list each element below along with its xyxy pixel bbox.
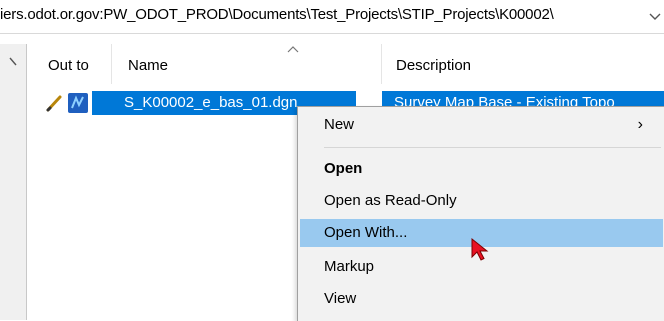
menu-item-new[interactable]: New › [300, 111, 663, 139]
column-header-description[interactable]: Description [382, 44, 664, 84]
context-menu: New › Open Open as Read-Only Open With..… [297, 106, 664, 321]
menu-item-new-label: New [324, 116, 355, 133]
column-header-name[interactable]: Name [112, 44, 382, 84]
menu-item-open-read-only[interactable]: Open as Read-Only [300, 187, 663, 215]
mouse-cursor-icon [471, 237, 489, 261]
chevron-right-icon: › [637, 116, 643, 133]
address-path[interactable]: iers.odot.or.gov:PW_ODOT_PROD\Documents\… [0, 6, 643, 23]
sort-up-icon [287, 46, 299, 53]
pane-arrow-icon[interactable] [8, 56, 18, 68]
navigation-pane [0, 44, 27, 320]
address-bar[interactable]: iers.odot.or.gov:PW_ODOT_PROD\Documents\… [0, 0, 664, 34]
menu-separator [324, 147, 661, 148]
menu-item-open[interactable]: Open [300, 155, 663, 183]
menu-item-view[interactable]: View [300, 285, 663, 313]
microstation-file-icon [68, 93, 88, 113]
pencil-icon [46, 95, 62, 112]
column-header-out-to[interactable]: Out to [34, 44, 112, 84]
chevron-down-icon[interactable] [648, 9, 662, 23]
